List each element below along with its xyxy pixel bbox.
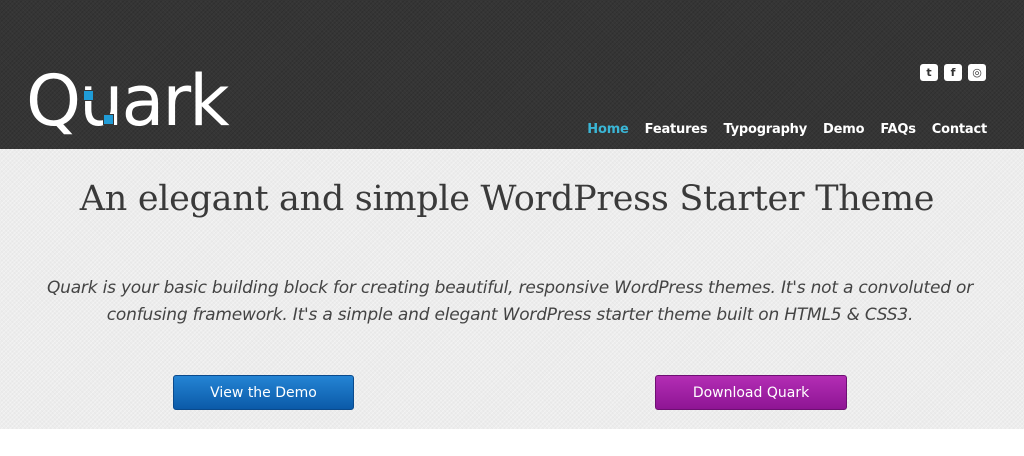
logo-text[interactable]: Quark xyxy=(26,66,230,136)
hero-description: Quark is your basic building block for c… xyxy=(46,278,974,325)
github-icon[interactable]: ◎ xyxy=(968,64,986,81)
nav-item-demo[interactable]: Demo xyxy=(823,122,864,137)
social-links: t f ◎ xyxy=(920,64,986,81)
logo-accent-icon xyxy=(103,114,114,125)
main-nav: Home Features Typography Demo FAQs Conta… xyxy=(587,122,987,137)
nav-item-faqs[interactable]: FAQs xyxy=(880,122,916,137)
facebook-icon[interactable]: f xyxy=(944,64,962,81)
logo-accent-icon xyxy=(83,90,94,101)
nav-item-features[interactable]: Features xyxy=(645,122,708,137)
site-header: Quark t f ◎ Home Features Typography Dem… xyxy=(0,0,1024,149)
view-demo-button[interactable]: View the Demo xyxy=(173,375,354,410)
twitter-icon[interactable]: t xyxy=(920,64,938,81)
nav-item-typography[interactable]: Typography xyxy=(723,122,807,137)
hero-banner: An elegant and simple WordPress Starter … xyxy=(0,149,1024,429)
nav-item-home[interactable]: Home xyxy=(587,122,629,137)
nav-item-contact[interactable]: Contact xyxy=(932,122,987,137)
site-logo[interactable]: Quark xyxy=(26,56,230,136)
hero-title: An elegant and simple WordPress Starter … xyxy=(79,179,935,219)
download-quark-button[interactable]: Download Quark xyxy=(655,375,847,410)
